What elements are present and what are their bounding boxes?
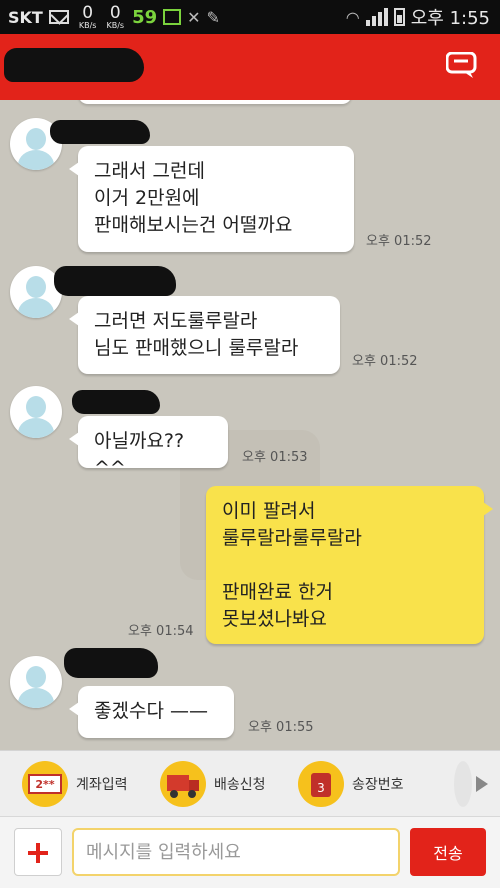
chat-menu-icon[interactable] xyxy=(445,51,478,80)
message-bubble[interactable]: 그러면 저도룰루랄라 님도 판매했으니 룰루랄라 xyxy=(69,296,340,374)
invoice-number-button[interactable]: 3 송장번호 xyxy=(298,760,404,808)
upload-speed: 0 KB/s xyxy=(106,2,125,30)
avatar[interactable] xyxy=(10,386,62,438)
my-message-bubble[interactable]: 이미 팔려서 룰루랄라룰루랄라 판매완료 한거 못보셨나봐요 xyxy=(206,486,493,644)
message-time: 오후 01:55 xyxy=(248,720,314,735)
pen-icon: ✎ xyxy=(206,7,220,27)
chat-header xyxy=(0,34,500,100)
clock: 오후 1:55 xyxy=(410,8,490,29)
message-input[interactable] xyxy=(72,828,400,876)
message-time: 오후 01:52 xyxy=(366,234,432,249)
notification-count: 59 xyxy=(132,6,158,28)
signal-icon xyxy=(365,8,388,26)
action-label: 송장번호 xyxy=(352,777,404,793)
action-label: 배송신청 xyxy=(214,777,266,793)
wifi-icon: ◠ xyxy=(345,7,360,27)
delivery-request-button[interactable]: 배송신청 xyxy=(160,760,266,808)
message-time: 오후 01:54 xyxy=(128,624,194,639)
carrier-label: SKT xyxy=(8,7,43,27)
delivery-truck-icon xyxy=(160,761,206,807)
mail-icon xyxy=(48,10,69,24)
mute-icon: ✕ xyxy=(187,7,201,27)
redacted-sender-name xyxy=(54,266,176,296)
message-time: 오후 01:53 xyxy=(242,450,308,465)
redacted-sender-name xyxy=(64,648,158,678)
previous-message-bubble xyxy=(78,100,352,104)
redacted-sender-name xyxy=(50,120,150,144)
action-label: 계좌입력 xyxy=(76,777,128,793)
message-bubble[interactable]: 좋겠수다 —— xyxy=(69,686,234,738)
battery-icon xyxy=(393,8,405,26)
message-bubble[interactable]: 아닐까요??^^ xyxy=(69,416,228,479)
send-button[interactable]: 전송 xyxy=(410,828,486,876)
attach-plus-button[interactable] xyxy=(14,828,62,876)
bank-card-icon: 2** xyxy=(22,761,68,807)
chat-area[interactable]: 그래서 그런데 이거 2만원에 판매해보시는건 어떨까요 오후 01:52 그러… xyxy=(0,100,500,750)
status-bar: SKT 0 KB/s 0 KB/s 59 ✕ ✎ ◠ 오후 1:55 xyxy=(0,0,500,34)
redacted-chat-title xyxy=(4,48,144,82)
download-speed: 0 KB/s xyxy=(78,2,97,30)
avatar[interactable] xyxy=(10,656,62,708)
account-input-button[interactable]: 2** 계좌입력 xyxy=(22,760,128,808)
message-bubble[interactable]: 그래서 그런데 이거 2만원에 판매해보시는건 어떨까요 xyxy=(69,146,354,252)
scroll-right-arrow-icon[interactable] xyxy=(454,759,500,809)
quick-action-bar: 2** 계좌입력 배송신청 3 송장번호 xyxy=(0,750,500,816)
message-time: 오후 01:52 xyxy=(352,354,418,369)
invoice-tag-icon: 3 xyxy=(298,761,344,807)
app-notification-icon xyxy=(163,9,182,25)
redacted-sender-name xyxy=(72,390,160,414)
message-input-bar: 전송 xyxy=(0,816,500,888)
